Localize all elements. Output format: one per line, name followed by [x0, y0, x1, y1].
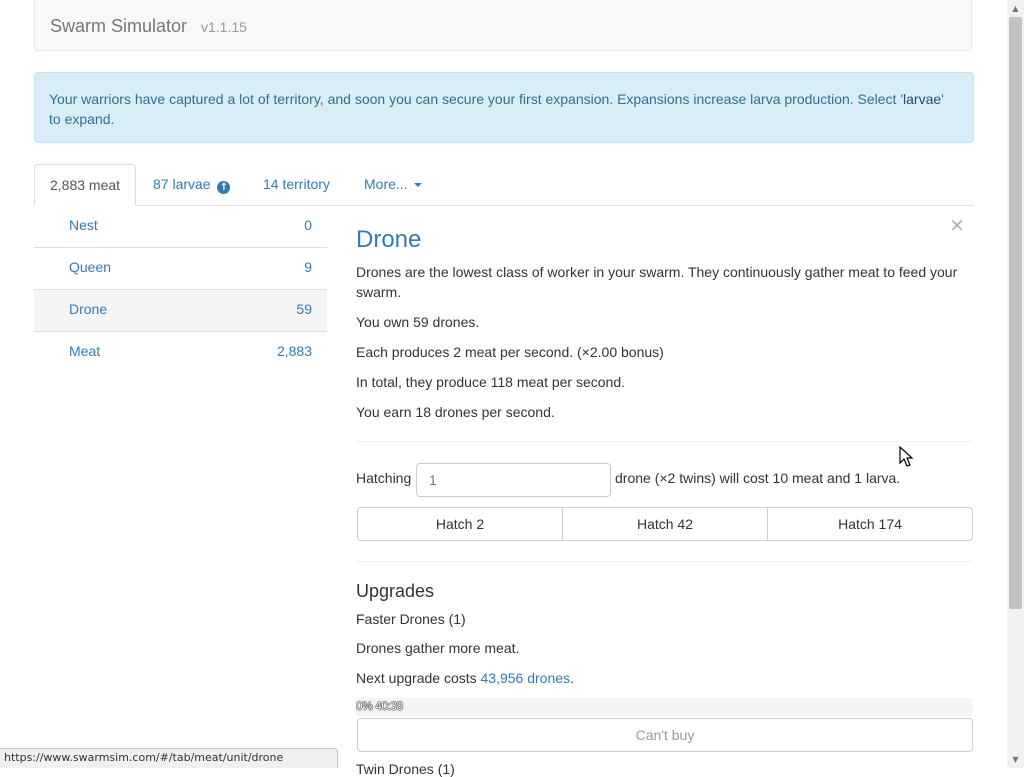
- hatch-174-button[interactable]: Hatch 174: [767, 507, 973, 541]
- caret-down-icon: [413, 183, 422, 188]
- mouse-cursor-icon: [899, 446, 914, 467]
- hatching-label: Hatching: [356, 470, 412, 486]
- alert-text-before: Your warriors have captured a lot of ter…: [49, 91, 904, 107]
- upgrade-cost-text: Next upgrade costs 43,956 drones.: [356, 668, 966, 688]
- unit-title: Drone: [356, 226, 422, 253]
- close-icon[interactable]: ×: [949, 214, 965, 236]
- expansion-alert: Your warriors have captured a lot of ter…: [34, 72, 974, 143]
- upgrade-progress-bar: 0% 40:38: [356, 698, 973, 716]
- tab-larvae-label: 87 larvae: [153, 176, 211, 192]
- upgrade-cost-suffix: .: [570, 670, 574, 686]
- unit-name: Meat: [69, 343, 101, 359]
- tab-territory[interactable]: 14 territory: [248, 164, 345, 206]
- tab-larvae[interactable]: 87 larvae ↑: [138, 164, 245, 206]
- hatch-cost-text: drone (×2 twins) will cost 10 meat and 1…: [615, 470, 901, 486]
- upgrade-cost-prefix: Next upgrade costs: [356, 670, 481, 686]
- scroll-up-arrow-icon[interactable]: ▲: [1007, 0, 1024, 17]
- unit-earn-text: You earn 18 drones per second.: [356, 404, 555, 420]
- brand-title[interactable]: Swarm Simulator: [50, 16, 187, 37]
- unit-count: 9: [304, 259, 312, 275]
- scroll-down-arrow-icon[interactable]: ▼: [1007, 751, 1024, 768]
- unit-count: 2,883: [276, 343, 312, 359]
- hatch-2-button[interactable]: Hatch 2: [357, 507, 563, 541]
- unit-owned-text: You own 59 drones.: [356, 314, 480, 330]
- unit-name: Queen: [69, 259, 112, 275]
- tab-territory-label: 14 territory: [263, 176, 330, 192]
- tab-more-label: More...: [364, 176, 408, 192]
- upgrade-description: Drones gather more meat.: [356, 640, 520, 656]
- hatch-quantity-input[interactable]: [416, 463, 611, 497]
- unit-row-queen[interactable]: Queen 9: [34, 248, 327, 290]
- tab-meat-label: 2,883 meat: [50, 177, 121, 193]
- navbar: Swarm Simulator v1.1.15: [34, 0, 972, 51]
- cant-buy-button[interactable]: Can't buy: [357, 718, 973, 752]
- status-url: https://www.swarmsim.com/#/tab/meat/unit…: [4, 751, 284, 764]
- unit-row-nest[interactable]: Nest 0: [34, 206, 327, 248]
- unit-produces-text: Each produces 2 meat per second. (×2.00 …: [356, 344, 664, 360]
- vertical-scrollbar[interactable]: ▲ ▼: [1007, 0, 1024, 768]
- unit-name: Drone: [69, 301, 108, 317]
- unit-list: Nest 0 Queen 9 Drone 59 Meat 2,883: [34, 206, 327, 374]
- version-label: v1.1.15: [201, 19, 247, 35]
- alert-larvae-highlight: larvae: [903, 91, 942, 107]
- tab-more-dropdown[interactable]: More...: [349, 164, 437, 206]
- unit-row-drone[interactable]: Drone 59: [34, 290, 327, 332]
- unit-total-text: In total, they produce 118 meat per seco…: [356, 374, 626, 390]
- arrow-up-circle-icon: ↑: [217, 181, 231, 194]
- next-upgrade-name: Twin Drones (1): [356, 761, 455, 777]
- unit-name: Nest: [69, 217, 98, 233]
- browser-status-bar: https://www.swarmsim.com/#/tab/meat/unit…: [0, 748, 338, 768]
- upgrade-cost-link[interactable]: 43,956 drones: [481, 670, 571, 686]
- unit-description: Drones are the lowest class of worker in…: [356, 264, 958, 300]
- resource-tabs: 2,883 meat 87 larvae ↑ 14 territory More…: [34, 164, 974, 206]
- unit-row-meat[interactable]: Meat 2,883: [34, 332, 327, 374]
- upgrades-heading: Upgrades: [356, 581, 435, 601]
- progress-text: 0% 40:38: [356, 699, 403, 713]
- divider: [356, 441, 973, 442]
- unit-count: 59: [296, 301, 312, 317]
- divider: [356, 561, 973, 562]
- upgrade-name: Faster Drones (1): [356, 611, 466, 627]
- hatch-button-group: Hatch 2 Hatch 42 Hatch 174: [357, 507, 973, 541]
- scrollbar-thumb[interactable]: [1009, 17, 1022, 609]
- hatch-42-button[interactable]: Hatch 42: [562, 507, 768, 541]
- tab-meat[interactable]: 2,883 meat: [34, 164, 136, 206]
- unit-count: 0: [304, 217, 312, 233]
